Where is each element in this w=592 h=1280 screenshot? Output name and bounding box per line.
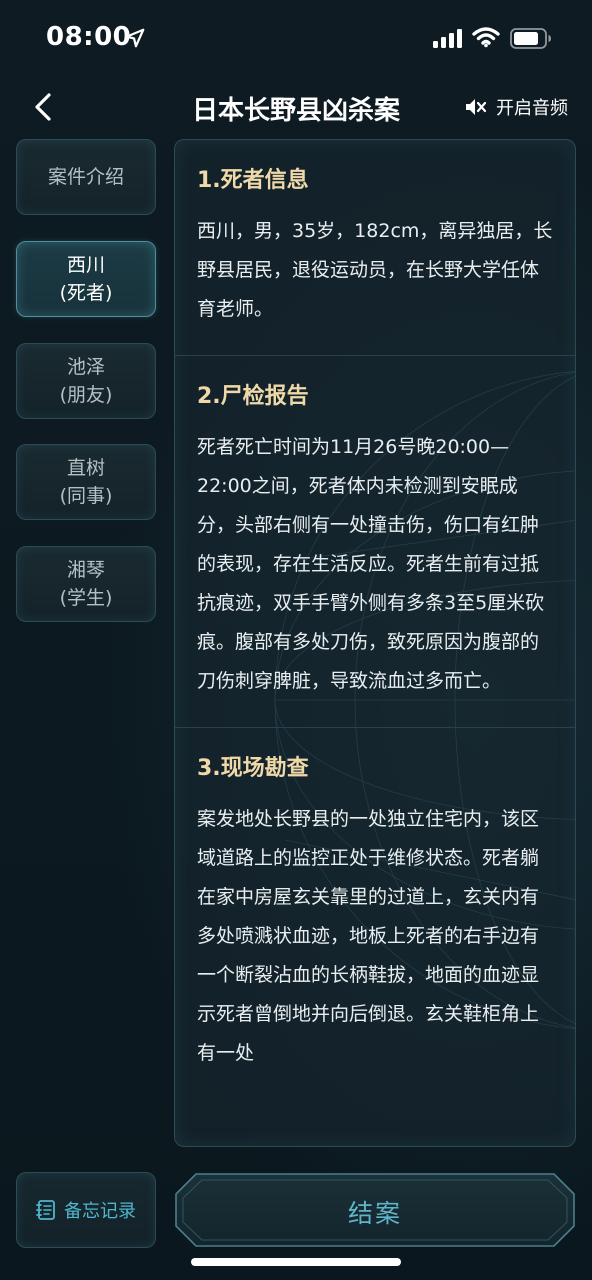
status-bar: 08:00 [0,0,592,80]
sidebar-item-xiangqin[interactable]: 湘琴 (学生) [16,546,156,622]
home-indicator [191,1258,401,1266]
screen: 08:00 日本长野县凶杀案 开启音频 案件介绍 西川 (死者) 池泽 (朋友)… [0,0,592,1280]
notebook-icon [36,1200,55,1220]
sidebar-item-ikezawa[interactable]: 池泽 (朋友) [16,343,156,419]
section-title: 3.现场勘查 [197,756,309,781]
close-case-label: 结案 [347,1199,402,1228]
section-body: 死者死亡时间为11月26号晚20:00—22:00之间，死者体内未检测到安眠成分… [197,436,545,692]
close-case-button[interactable]: 结案 [174,1172,576,1248]
location-arrow-icon [125,28,145,48]
sidebar-item-case-intro[interactable]: 案件介绍 [16,139,156,215]
sidebar-item-name: 池泽 [66,356,105,378]
section-body: 西川，男，35岁，182cm，离异独居，长野县居民，退役运动员，在长野大学任体育… [197,220,553,320]
header: 日本长野县凶杀案 开启音频 [0,80,592,134]
section-scene-investigation: 3.现场勘查 案发地处长野县的一处独立住宅内，该区域道路上的监控正处于维修状态。… [175,727,575,1099]
section-autopsy-report: 2.尸检报告 死者死亡时间为11月26号晚20:00—22:00之间，死者体内未… [175,355,575,727]
wifi-icon [472,27,500,48]
sidebar-item-name: 直树 [66,457,105,479]
sidebar-item-role: (学生) [59,587,113,609]
sidebar-item-role: (同事) [59,485,113,507]
sidebar-item-role: (朋友) [59,384,113,406]
section-body: 案发地处长野县的一处独立住宅内，该区域道路上的监控正处于维修状态。死者躺在家中房… [197,808,540,1064]
speaker-muted-icon [466,99,487,115]
memo-button[interactable]: 备忘记录 [16,1172,156,1248]
audio-toggle-button[interactable]: 开启音频 [464,94,568,120]
sidebar-item-name: 湘琴 [66,559,105,581]
battery-icon [510,28,551,49]
case-detail-panel[interactable]: 1.死者信息 西川，男，35岁，182cm，离异独居，长野县居民，退役运动员，在… [174,139,576,1147]
signal-icon [433,29,462,48]
audio-toggle-label: 开启音频 [496,98,568,119]
sidebar-item-name: 西川 [66,254,105,276]
sidebar-item-naoki[interactable]: 直树 (同事) [16,444,156,520]
memo-button-label: 备忘记录 [64,1201,136,1222]
section-title: 1.死者信息 [197,168,309,193]
section-victim-info: 1.死者信息 西川，男，35岁，182cm，离异独居，长野县居民，退役运动员，在… [175,140,575,355]
section-title: 2.尸检报告 [197,384,309,409]
sidebar-item-role: (死者) [59,282,113,304]
sidebar-item-nishikawa[interactable]: 西川 (死者) [16,241,156,317]
sidebar-item-label: 案件介绍 [47,166,124,188]
status-time: 08:00 [46,22,132,52]
